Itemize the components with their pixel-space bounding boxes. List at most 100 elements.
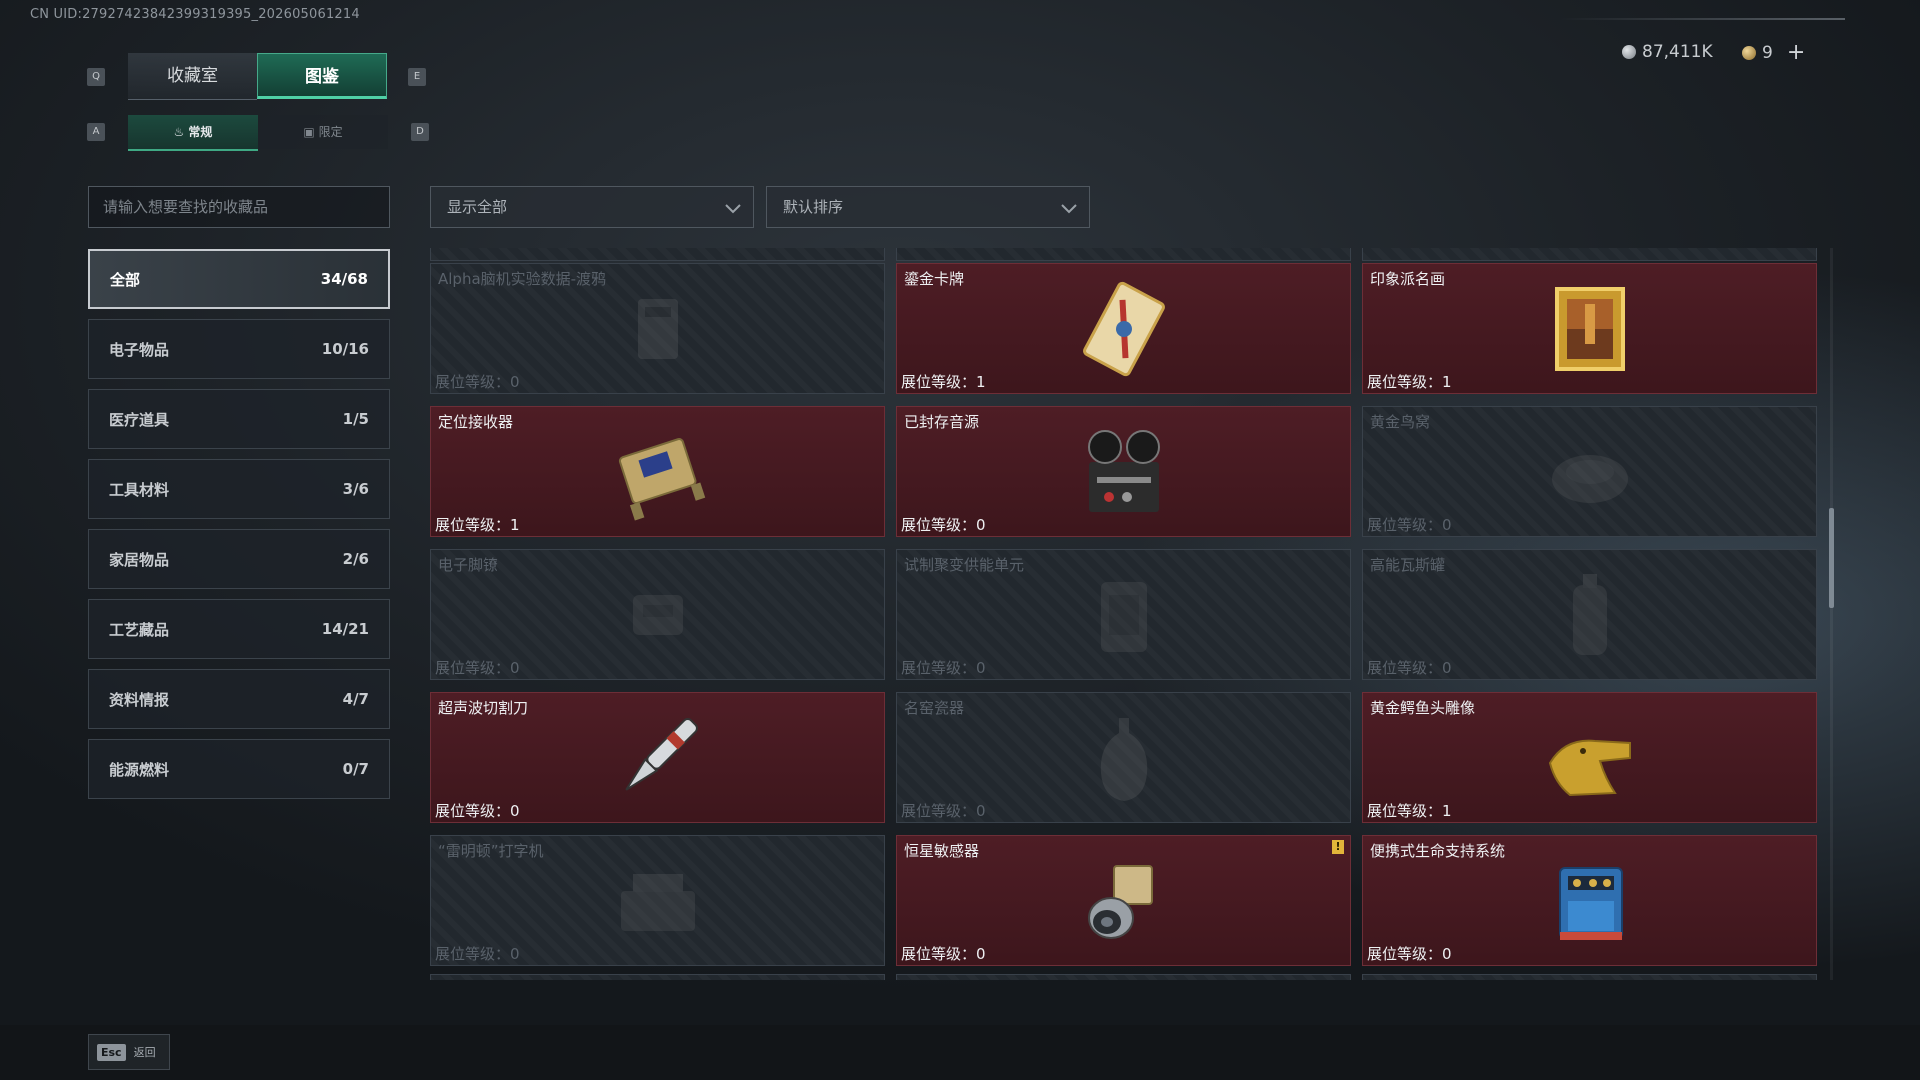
item-name: “雷明顿”打字机 [438,842,544,860]
item-name: 黄金鸟窝 [1370,413,1431,431]
back-button[interactable]: Esc 返回 [88,1034,170,1070]
collection-card-partial [1362,974,1817,980]
category-label: 医疗道具 [109,410,170,429]
collection-card[interactable]: 已封存音源 展位等级：0 [896,406,1351,537]
esc-key-hint: Esc [97,1043,126,1061]
key-hint-d: D [411,123,429,141]
collection-card[interactable]: 黄金鳄鱼头雕像 展位等级：1 [1362,692,1817,823]
category-medical[interactable]: 医疗道具 1/5 [88,389,390,449]
star-sensor-icon [1087,864,1153,939]
display-level: 展位等级：0 [901,516,986,534]
item-name: 超声波切割刀 [438,699,529,717]
sort-dropdown-value: 默认排序 [783,198,844,216]
item-name: 试制聚变供能单元 [904,556,1025,574]
display-level: 展位等级：1 [435,516,520,534]
gold-coin-icon [1742,46,1756,60]
category-electronics[interactable]: 电子物品 10/16 [88,319,390,379]
silver-coin-icon [1622,45,1636,59]
add-currency-button[interactable]: + [1787,42,1805,64]
collection-card[interactable]: 便携式生命支持系统 展位等级：0 [1362,835,1817,966]
item-name: 名窑瓷器 [904,699,965,717]
collection-card[interactable]: “雷明顿”打字机 展位等级：0 [430,835,885,966]
display-level: 展位等级：1 [901,373,986,391]
item-name: Alpha脑机实验数据-渡鸦 [438,270,607,288]
key-hint-a: A [87,123,105,141]
category-label: 电子物品 [109,340,170,359]
tab-collection-room[interactable]: 收藏室 [128,53,257,100]
display-level: 展位等级：0 [901,945,986,963]
ankle-monitor-icon [632,594,683,635]
category-label: 全部 [110,270,141,289]
subtab-limited[interactable]: ▣ 限定 [258,115,388,149]
collection-card[interactable]: 高能瓦斯罐 展位等级：0 [1362,549,1817,680]
collection-card[interactable]: 电子脚镣展位等级：0 [430,549,885,680]
display-level: 展位等级：0 [901,659,986,677]
display-level: 展位等级：0 [1367,516,1452,534]
flame-icon: ♨ [173,125,185,139]
scrollbar-track[interactable] [1830,248,1833,980]
category-count: 2/6 [342,550,369,568]
category-count: 10/16 [321,340,369,358]
category-intel[interactable]: 资料情报 4/7 [88,669,390,729]
tab-codex[interactable]: 图鉴 [257,53,387,99]
category-label: 能源燃料 [109,760,170,779]
category-household[interactable]: 家居物品 2/6 [88,529,390,589]
collection-card-partial [1362,248,1817,261]
collection-card-partial [430,974,885,980]
category-count: 3/6 [342,480,369,498]
collection-card[interactable]: 定位接收器 展位等级：1 [430,406,885,537]
display-level: 展位等级：0 [1367,659,1452,677]
top-divider [1560,18,1845,20]
category-count: 4/7 [342,690,369,708]
category-all[interactable]: 全部 34/68 [88,249,390,309]
sort-dropdown[interactable]: 默认排序 [766,186,1090,228]
ultrasonic-knife-icon [624,717,698,791]
category-count: 14/21 [321,620,369,638]
filter-dropdown[interactable]: 显示全部 [430,186,754,228]
display-level: 展位等级：1 [1367,802,1452,820]
category-energy[interactable]: 能源燃料 0/7 [88,739,390,799]
collection-card[interactable]: 黄金鸟窝展位等级：0 [1362,406,1817,537]
collection-card-partial [896,248,1351,261]
display-level: 展位等级：0 [901,802,986,820]
item-name: 便携式生命支持系统 [1370,842,1506,860]
scrollbar-thumb[interactable] [1829,508,1834,608]
display-level: 展位等级：0 [1367,945,1452,963]
collection-card[interactable]: 印象派名画 展位等级：1 [1362,263,1817,394]
data-module-icon [637,298,678,359]
item-name: 黄金鳄鱼头雕像 [1370,699,1476,717]
alert-badge: ! [1332,840,1344,854]
category-count: 0/7 [342,760,369,778]
chevron-down-icon [1061,204,1077,214]
collection-card[interactable]: Alpha脑机实验数据-渡鸦 展位等级：0 [430,263,885,394]
collection-card[interactable]: 鎏金卡牌展位等级：1 [896,263,1351,394]
item-name: 鎏金卡牌 [904,270,965,288]
item-name: 电子脚镣 [438,556,499,574]
collection-card[interactable]: 超声波切割刀 展位等级：0 [430,692,885,823]
gilded-card-icon [1082,281,1165,376]
collection-card[interactable]: 名窑瓷器展位等级：0 [896,692,1351,823]
silver-amount: 87,411K [1642,42,1713,62]
filter-dropdown-value: 显示全部 [447,198,508,216]
category-label: 家居物品 [109,550,170,569]
category-tools[interactable]: 工具材料 3/6 [88,459,390,519]
key-hint-e: E [408,68,426,86]
collection-card[interactable]: 恒星敏感器展位等级：0! [896,835,1351,966]
reel-recorder-icon [1087,429,1160,512]
collection-card-partial [896,974,1351,980]
item-name: 恒星敏感器 [904,842,980,860]
collection-grid: Alpha脑机实验数据-渡鸦 展位等级：0 鎏金卡牌 展位等级：1 印象派名画 展位等级：… [430,248,1820,980]
user-uid: CN UID:2792742384239931939​5_20260506121… [30,7,360,22]
category-label: 工具材料 [109,480,170,499]
subtab-regular[interactable]: ♨ 常规 [128,115,258,151]
category-count: 1/5 [342,410,369,428]
typewriter-icon [620,873,695,931]
locator-receiver-icon [618,437,705,521]
category-crafts[interactable]: 工艺藏品 14/21 [88,599,390,659]
collection-card[interactable]: 试制聚变供能单元 展位等级：0 [896,549,1351,680]
gold-amount: 9 [1762,43,1773,63]
search-input[interactable] [88,186,390,228]
display-level: 展位等级：0 [435,659,520,677]
key-hint-q: Q [87,68,105,86]
collection-card-partial [430,248,885,261]
